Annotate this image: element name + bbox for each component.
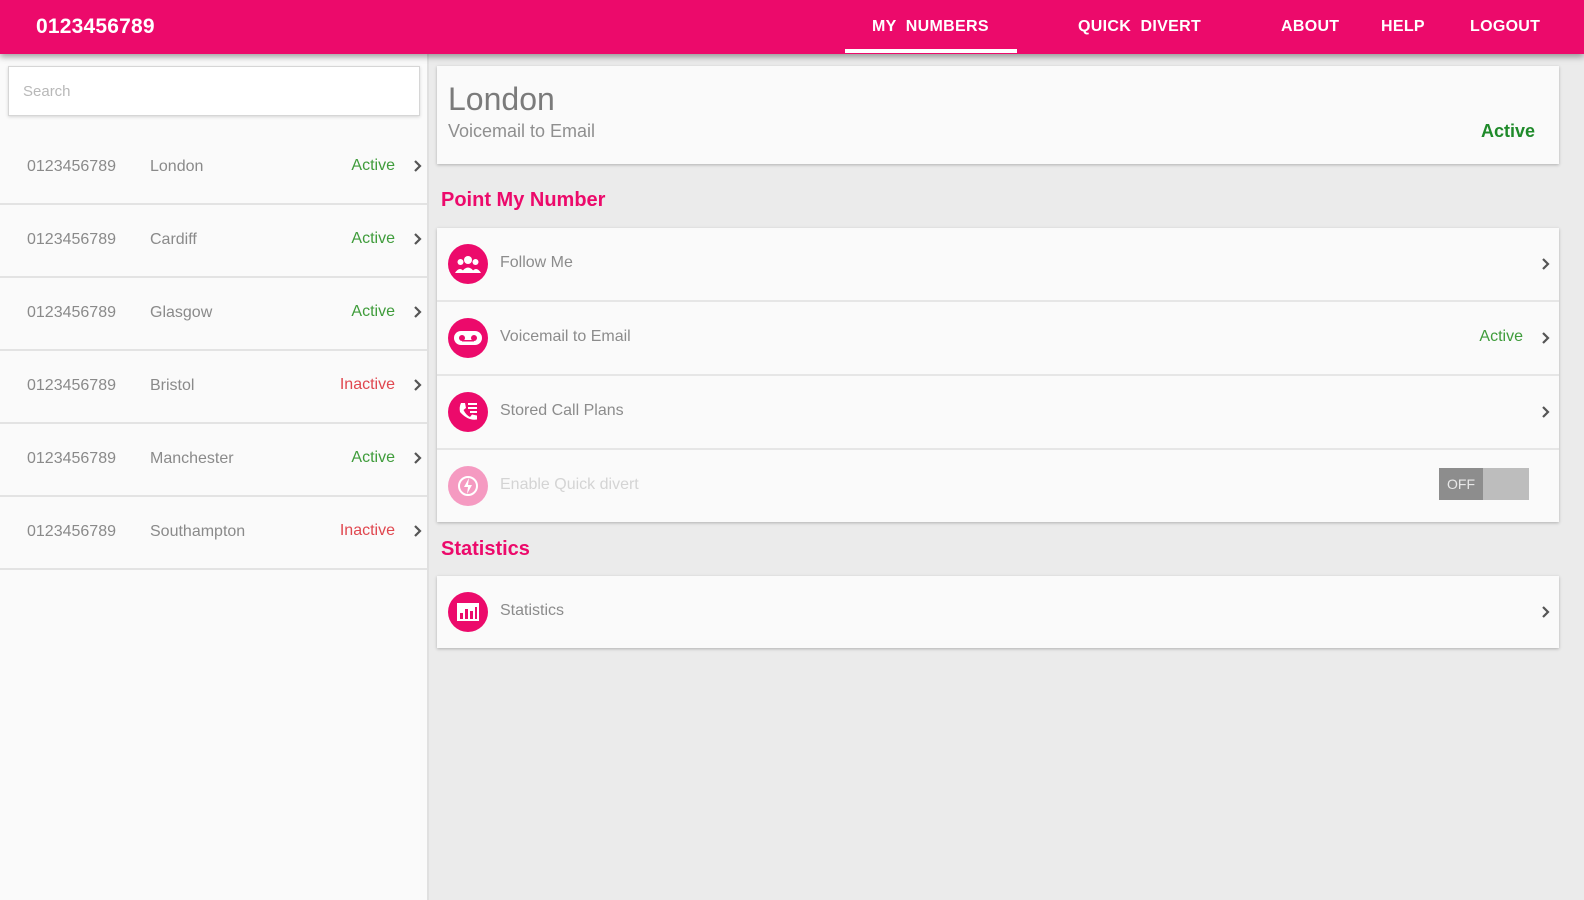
phone-number: 0123456789 (27, 377, 116, 394)
number-row-london[interactable]: 0123456789 London Active (0, 132, 427, 205)
quick-divert-toggle[interactable]: OFF (1439, 468, 1529, 500)
numbers-sidebar: 0123456789 London Active 0123456789 Card… (0, 54, 429, 900)
city-name: London (150, 158, 204, 175)
chevron-right-icon (414, 452, 422, 464)
status-label: Active (351, 230, 395, 247)
status-label: Inactive (339, 376, 395, 393)
city-name: Cardiff (150, 231, 197, 248)
chart-icon (448, 592, 488, 632)
phone-number: 0123456789 (27, 450, 116, 467)
status-label: Active (351, 157, 395, 174)
logout-link[interactable]: LOGOUT (1470, 18, 1540, 36)
chevron-right-icon (1542, 258, 1550, 270)
statistics-card: Statistics (437, 576, 1559, 648)
number-row-southampton[interactable]: 0123456789 Southampton Inactive (0, 497, 427, 570)
option-label: Stored Call Plans (500, 402, 624, 419)
section-title-point-my-number: Point My Number (441, 189, 606, 211)
tab-quick-divert[interactable]: QUICK DIVERT (1078, 18, 1201, 36)
status-label: Active (351, 449, 395, 466)
numbers-list: 0123456789 London Active 0123456789 Card… (0, 132, 427, 570)
city-name: Southampton (150, 523, 246, 540)
tab-my-numbers[interactable]: MY NUMBERS (872, 18, 989, 36)
option-voicemail-to-email[interactable]: Voicemail to Email Active (437, 302, 1559, 376)
phone-number: 0123456789 (27, 304, 116, 321)
city-name: Bristol (150, 377, 195, 394)
option-label: Voicemail to Email (500, 328, 631, 345)
number-detail-header: London Voicemail to Email Active (437, 66, 1559, 164)
search-input[interactable] (8, 66, 420, 116)
option-statistics[interactable]: Statistics (437, 576, 1559, 648)
status-label: Inactive (339, 522, 395, 539)
chevron-right-icon (414, 233, 422, 245)
detail-status: Active (1480, 121, 1535, 141)
chevron-right-icon (1542, 606, 1550, 618)
detail-subtitle: Voicemail to Email (448, 121, 596, 141)
point-my-number-card: Follow Me Voicemail to Email Active Stor… (437, 228, 1559, 522)
app-title: 0123456789 (36, 15, 155, 38)
active-tab-indicator (845, 49, 1017, 53)
phone-number: 0123456789 (27, 231, 116, 248)
detail-title: London (448, 81, 555, 117)
option-enable-quick-divert: Enable Quick divert OFF (437, 450, 1559, 522)
search-bar (0, 54, 427, 135)
chevron-right-icon (414, 525, 422, 537)
phone-list-icon (448, 392, 488, 432)
option-status: Active (1479, 328, 1523, 345)
chevron-right-icon (1542, 332, 1550, 344)
option-stored-call-plans[interactable]: Stored Call Plans (437, 376, 1559, 450)
city-name: Glasgow (150, 304, 213, 321)
chevron-right-icon (414, 306, 422, 318)
tab-help[interactable]: HELP (1381, 18, 1425, 36)
quick-divert-icon (448, 466, 488, 506)
city-name: Manchester (150, 450, 234, 467)
chevron-right-icon (414, 160, 422, 172)
toggle-state-label: OFF (1439, 468, 1483, 500)
section-title-statistics: Statistics (441, 538, 530, 560)
chevron-right-icon (414, 379, 422, 391)
option-follow-me[interactable]: Follow Me (437, 228, 1559, 302)
voicemail-icon (448, 318, 488, 358)
option-label: Follow Me (500, 254, 573, 271)
number-row-glasgow[interactable]: 0123456789 Glasgow Active (0, 278, 427, 351)
option-label: Enable Quick divert (500, 476, 639, 493)
group-icon (448, 244, 488, 284)
option-label: Statistics (500, 602, 565, 619)
tab-about[interactable]: ABOUT (1281, 18, 1339, 36)
number-row-cardiff[interactable]: 0123456789 Cardiff Active (0, 205, 427, 278)
chevron-right-icon (1542, 406, 1550, 418)
status-label: Active (351, 303, 395, 320)
top-app-bar: 0123456789 MY NUMBERS QUICK DIVERT ABOUT… (0, 0, 1584, 54)
phone-number: 0123456789 (27, 523, 116, 540)
phone-number: 0123456789 (27, 158, 116, 175)
number-row-manchester[interactable]: 0123456789 Manchester Active (0, 424, 427, 497)
number-row-bristol[interactable]: 0123456789 Bristol Inactive (0, 351, 427, 424)
